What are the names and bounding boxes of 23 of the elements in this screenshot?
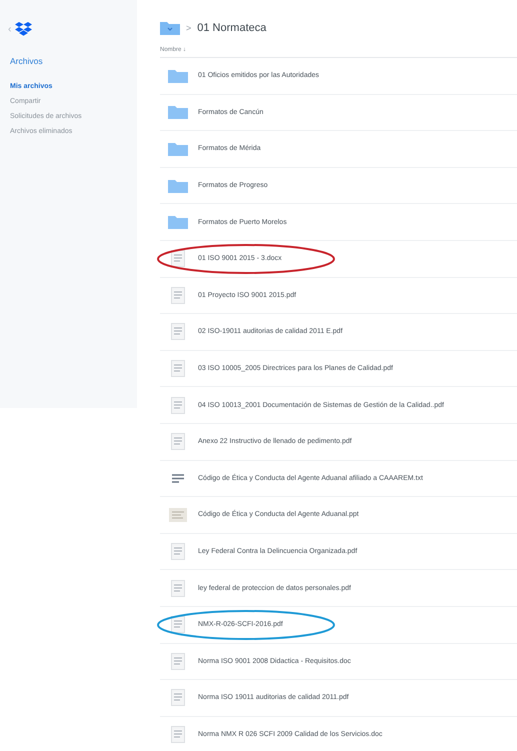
document-icon (168, 726, 188, 743)
document-icon (168, 580, 188, 597)
document-icon (168, 360, 188, 378)
box-logo-icon (15, 22, 32, 36)
breadcrumb-separator: > (186, 23, 192, 33)
document-icon (168, 689, 188, 706)
folder-icon (168, 105, 188, 120)
document-icon (168, 396, 188, 414)
folder-icon (168, 68, 188, 83)
document-icon (168, 652, 188, 670)
document-icon (168, 250, 188, 268)
folder-icon (168, 178, 188, 193)
folder-icon[interactable] (160, 21, 180, 35)
folder-icon (168, 142, 188, 156)
section-title[interactable]: Archivos (10, 56, 137, 66)
document-icon (168, 616, 188, 634)
slide-thumbnail-icon (168, 508, 188, 522)
document-icon (168, 323, 188, 340)
document-icon (168, 433, 188, 450)
folder-icon (168, 215, 188, 230)
document-icon (168, 286, 188, 304)
document-icon (168, 543, 188, 560)
folder-title: 01 Normateca (197, 22, 266, 34)
